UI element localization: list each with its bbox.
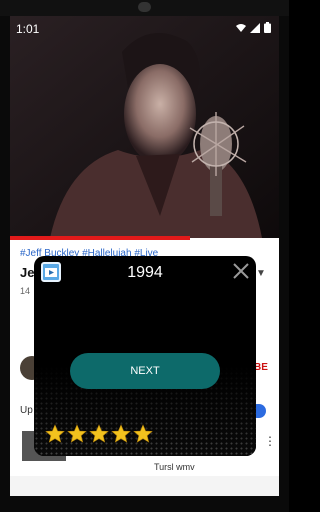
star-icon[interactable] (67, 424, 87, 444)
status-icons (236, 22, 271, 33)
subscribe-button[interactable]: BE (254, 362, 268, 373)
star-icon[interactable] (111, 424, 131, 444)
video-title: Je (20, 265, 35, 280)
signal-icon (250, 22, 260, 33)
rating-stars[interactable] (45, 424, 153, 444)
star-icon[interactable] (45, 424, 65, 444)
video-player[interactable] (10, 16, 279, 238)
more-options-icon[interactable]: ⋮ (264, 434, 276, 448)
video-meta: 14 (20, 286, 31, 296)
status-time: 1:01 (16, 22, 40, 36)
device-right-bezel (279, 16, 289, 496)
star-icon[interactable] (89, 424, 109, 444)
front-camera (138, 2, 151, 12)
device-left-bezel (0, 16, 10, 496)
wifi-icon (236, 23, 246, 32)
video-frame-image (10, 16, 279, 238)
expand-chevron-icon[interactable]: ▼ (256, 268, 266, 279)
close-icon[interactable] (232, 262, 250, 280)
video-progress-bar[interactable] (10, 236, 190, 240)
battery-icon (264, 22, 271, 33)
device-bottom-bezel (0, 496, 289, 512)
dialog-year: 1994 (127, 264, 163, 281)
up-next-label: Up (20, 405, 33, 416)
next-button[interactable]: NEXT (70, 353, 220, 389)
quiz-dialog: 1994 NEXT (34, 256, 256, 456)
status-bar: 1:01 (10, 16, 279, 40)
device-top-bezel (0, 0, 289, 16)
system-nav-bar (10, 476, 279, 496)
next-video-description: Tursl wmv (154, 462, 195, 472)
star-icon[interactable] (133, 424, 153, 444)
phone-screen: 1:01 #Jeff Buckley #Hallelujah #Live Je … (10, 16, 279, 496)
